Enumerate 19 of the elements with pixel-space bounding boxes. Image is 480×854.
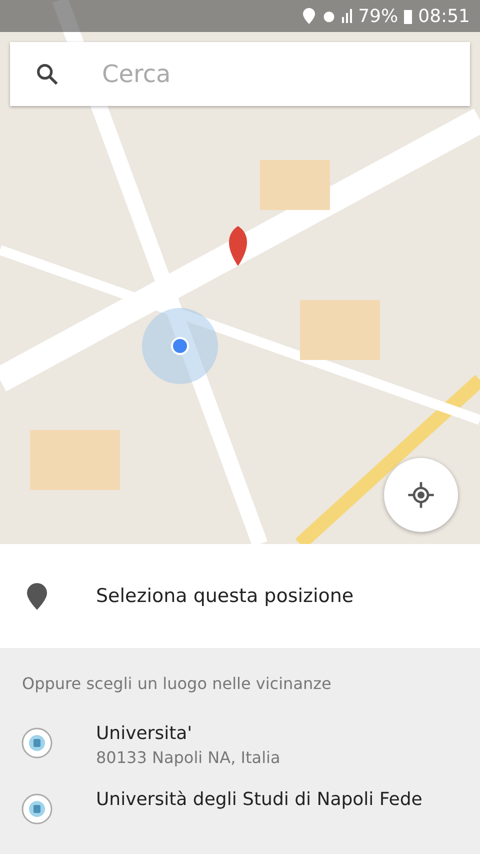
search-bar[interactable]: Cerca: [10, 42, 470, 106]
transit-icon: [21, 727, 53, 759]
select-location-label: Seleziona questa posizione: [96, 585, 354, 607]
map-marker-icon: [229, 226, 247, 266]
location-icon: [302, 8, 316, 24]
pin-icon: [27, 582, 47, 610]
crosshair-icon: [407, 481, 435, 509]
clock-time: 08:51: [418, 6, 470, 26]
place-name[interactable]: Universita': [96, 723, 280, 744]
place-name[interactable]: Università degli Studi di Napoli Fede: [96, 789, 422, 810]
select-location-item[interactable]: Seleziona questa posizione: [0, 544, 480, 648]
search-field[interactable]: Cerca: [100, 59, 470, 89]
battery-percent: 79%: [358, 6, 398, 26]
battery-icon: [404, 8, 412, 24]
place-address: 80133 Napoli NA, Italia: [96, 748, 280, 767]
search-icon: [34, 61, 60, 87]
transit-icon: [21, 793, 53, 825]
signal-icon: [342, 9, 352, 23]
nearby-heading: Oppure scegli un luogo nelle vicinanze: [21, 674, 332, 693]
